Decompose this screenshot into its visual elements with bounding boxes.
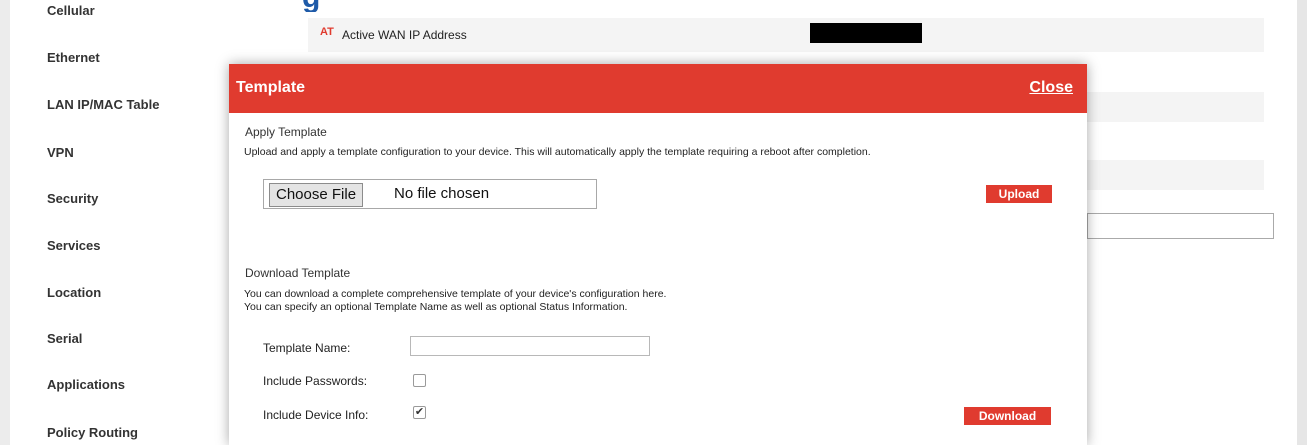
modal-title: Template [236,79,306,96]
sidebar-item-location[interactable]: Location [47,285,101,300]
wan-ip-label: Active WAN IP Address [342,28,467,42]
sidebar-item-lan-ip-mac-table[interactable]: LAN IP/MAC Table [47,97,159,112]
sidebar-item-cellular[interactable]: Cellular [47,3,95,18]
download-template-title: Download Template [245,266,351,280]
sidebar-item-applications[interactable]: Applications [47,377,125,392]
file-upload-input[interactable]: Choose File No file chosen [263,179,597,209]
download-description-line1: You can download a complete comprehensiv… [244,288,667,300]
download-description-line2: You can specify an optional Template Nam… [244,301,628,313]
modal-header: Template Close [229,64,1087,113]
background-row [1087,92,1264,122]
close-link[interactable]: Close [1029,79,1073,97]
wan-ip-row: AT Active WAN IP Address [308,18,1264,52]
page-heading-fragment: g [302,0,342,12]
sidebar-nav: Cellular Ethernet LAN IP/MAC Table VPN S… [10,0,220,445]
download-button[interactable]: Download [964,407,1051,425]
include-passwords-checkbox[interactable] [413,374,426,387]
file-status-text: No file chosen [394,185,490,202]
at-badge: AT [320,26,334,38]
sidebar-item-policy-routing[interactable]: Policy Routing [47,425,138,440]
sidebar-item-ethernet[interactable]: Ethernet [47,50,100,65]
upload-button[interactable]: Upload [986,185,1052,203]
template-modal: Template Close Apply Template Upload and… [229,64,1087,445]
apply-template-title: Apply Template [245,125,327,139]
choose-file-button[interactable]: Choose File [269,183,364,207]
include-passwords-label: Include Passwords: [263,374,368,388]
sidebar-item-serial[interactable]: Serial [47,331,82,346]
background-input-field[interactable] [1087,213,1274,239]
apply-template-description: Upload and apply a template configuratio… [244,146,871,158]
sidebar-item-services[interactable]: Services [47,238,101,253]
background-row [1087,160,1264,190]
include-device-info-label: Include Device Info: [263,408,369,422]
template-name-label: Template Name: [263,341,351,355]
include-device-info-checkbox[interactable]: ✔ [413,406,426,419]
redacted-ip-value [810,23,922,43]
sidebar-item-vpn[interactable]: VPN [47,145,74,160]
sidebar-item-security[interactable]: Security [47,191,98,206]
template-name-input[interactable] [410,336,650,356]
window-edge [1297,0,1307,445]
